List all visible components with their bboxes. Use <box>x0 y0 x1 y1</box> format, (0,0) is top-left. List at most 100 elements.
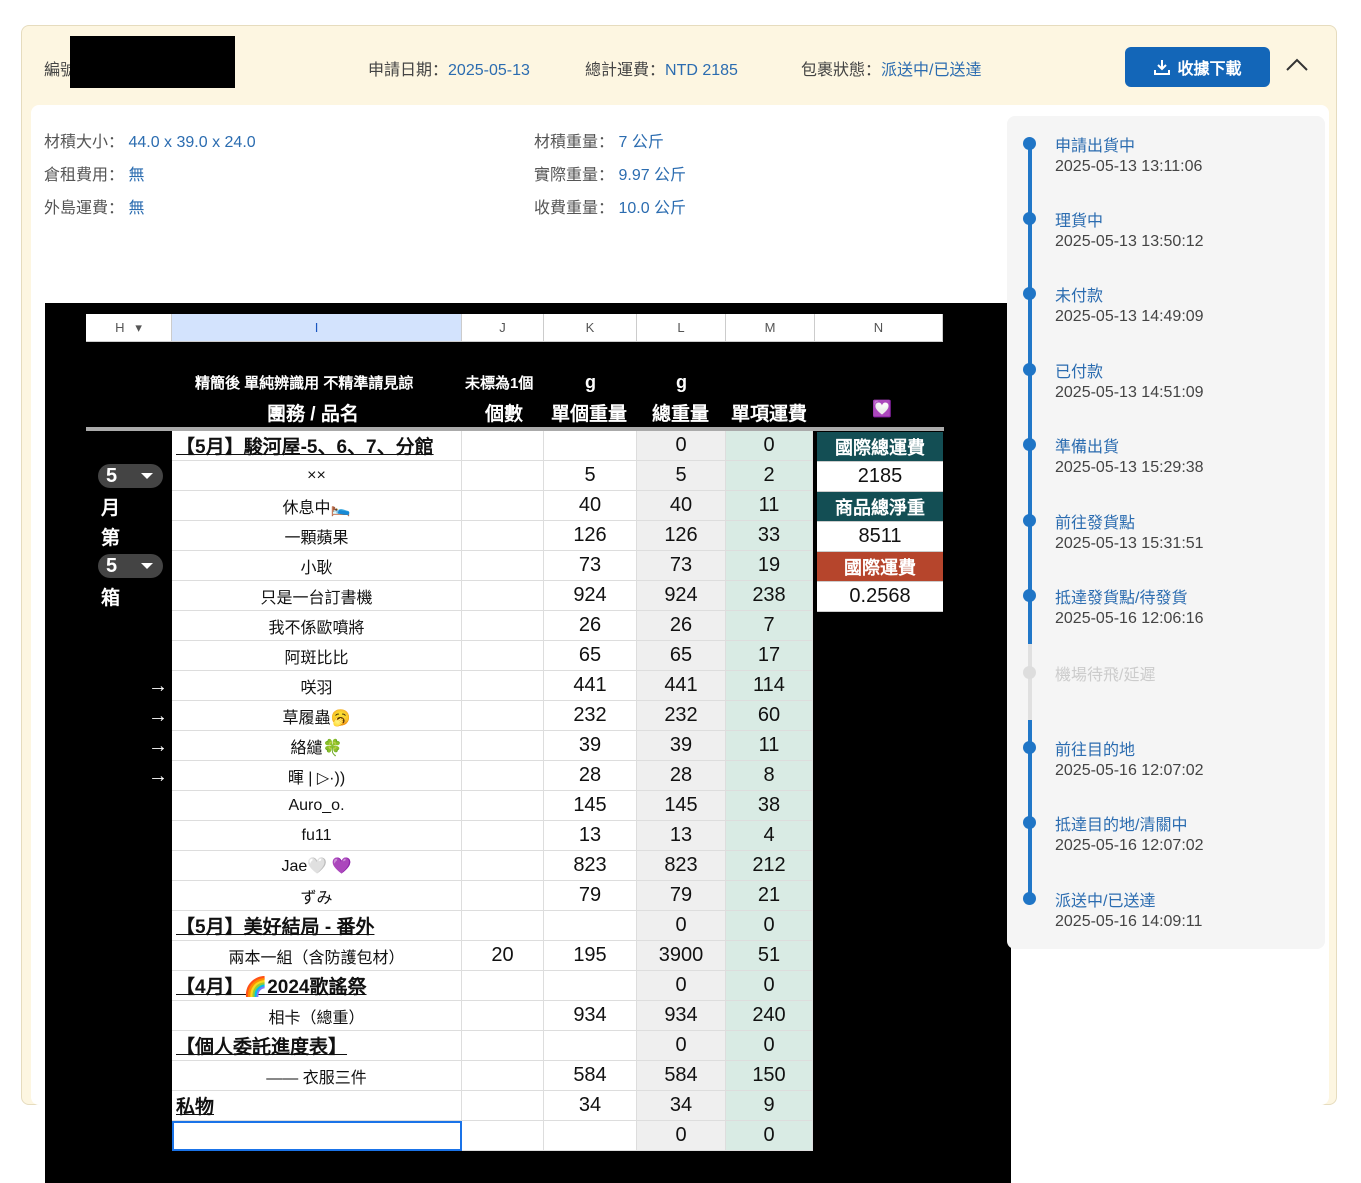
cell-total-weight[interactable]: 28 <box>637 761 726 791</box>
cell-total-weight[interactable]: 823 <box>637 851 726 881</box>
cell-count[interactable] <box>462 1031 544 1061</box>
cell-item-fee[interactable]: 11 <box>726 491 813 521</box>
cell-count[interactable] <box>462 1061 544 1091</box>
cell-total-weight[interactable]: 13 <box>637 821 726 851</box>
cell-total-weight[interactable]: 73 <box>637 551 726 581</box>
cell-item-name[interactable]: 絡繾🍀 <box>172 731 462 761</box>
cell-total-weight[interactable]: 584 <box>637 1061 726 1091</box>
cell-unit-weight[interactable]: 126 <box>544 521 637 551</box>
cell-count[interactable] <box>462 761 544 791</box>
cell-total-weight[interactable]: 934 <box>637 1001 726 1031</box>
cell-count[interactable] <box>462 431 544 461</box>
cell-count[interactable] <box>462 491 544 521</box>
cell-item-name[interactable]: 咲羽 <box>172 671 462 701</box>
cell-unit-weight[interactable]: 65 <box>544 641 637 671</box>
cell-total-weight[interactable]: 441 <box>637 671 726 701</box>
cell-unit-weight[interactable] <box>544 1031 637 1061</box>
cell-count[interactable] <box>462 521 544 551</box>
cell-count[interactable] <box>462 851 544 881</box>
cell-item-fee[interactable]: 150 <box>726 1061 813 1091</box>
cell-unit-weight[interactable] <box>544 971 637 1001</box>
cell-total-weight[interactable]: 79 <box>637 881 726 911</box>
cell-count[interactable] <box>462 1121 544 1151</box>
cell-unit-weight[interactable] <box>544 431 637 461</box>
cell-item-fee[interactable]: 0 <box>726 971 813 1001</box>
cell-item-name[interactable]: 暉 | ▷·)) <box>172 761 462 791</box>
cell-item-fee[interactable]: 0 <box>726 1121 813 1151</box>
cell-item-name[interactable]: 【4月】🌈2024歌謠祭 <box>172 971 462 1001</box>
cell-total-weight[interactable]: 0 <box>637 971 726 1001</box>
cell-item-name[interactable]: 相卡（總重） <box>172 1001 462 1031</box>
cell-item-fee[interactable]: 11 <box>726 731 813 761</box>
cell-unit-weight[interactable]: 73 <box>544 551 637 581</box>
cell-unit-weight[interactable]: 934 <box>544 1001 637 1031</box>
cell-item-name[interactable]: 草履蟲🥱 <box>172 701 462 731</box>
cell-count[interactable] <box>462 911 544 941</box>
cell-item-fee[interactable]: 2 <box>726 461 813 491</box>
cell-total-weight[interactable]: 0 <box>637 1121 726 1151</box>
cell-item-name[interactable]: 兩本一組（含防護包材） <box>172 941 462 971</box>
cell-unit-weight[interactable] <box>544 911 637 941</box>
cell-item-name[interactable]: 阿斑比比 <box>172 641 462 671</box>
cell-item-name[interactable]: 休息中🛌 <box>172 491 462 521</box>
cell-total-weight[interactable]: 26 <box>637 611 726 641</box>
cell-item-name[interactable]: 一顆蘋果 <box>172 521 462 551</box>
cell-item-fee[interactable]: 0 <box>726 431 813 461</box>
cell-count[interactable] <box>462 821 544 851</box>
cell-total-weight[interactable]: 65 <box>637 641 726 671</box>
cell-count[interactable] <box>462 611 544 641</box>
cell-item-name[interactable]: ずみ <box>172 881 462 911</box>
cell-count[interactable] <box>462 641 544 671</box>
cell-count[interactable]: 20 <box>462 941 544 971</box>
chevron-up-icon[interactable] <box>1284 52 1310 78</box>
cell-unit-weight[interactable] <box>544 1121 637 1151</box>
cell-unit-weight[interactable]: 79 <box>544 881 637 911</box>
cell-item-name[interactable] <box>172 1121 462 1151</box>
cell-count[interactable] <box>462 881 544 911</box>
cell-unit-weight[interactable]: 195 <box>544 941 637 971</box>
cell-item-name[interactable]: —— 衣服三件 <box>172 1061 462 1091</box>
cell-item-name[interactable]: 【個人委託進度表】 <box>172 1031 462 1061</box>
cell-total-weight[interactable]: 0 <box>637 431 726 461</box>
cell-item-fee[interactable]: 21 <box>726 881 813 911</box>
cell-item-fee[interactable]: 0 <box>726 1031 813 1061</box>
cell-item-fee[interactable]: 60 <box>726 701 813 731</box>
cell-item-name[interactable]: Auro_o. <box>172 791 462 821</box>
cell-unit-weight[interactable]: 39 <box>544 731 637 761</box>
cell-item-fee[interactable]: 7 <box>726 611 813 641</box>
cell-count[interactable] <box>462 551 544 581</box>
cell-item-name[interactable]: 我不係歐噴將 <box>172 611 462 641</box>
cell-count[interactable] <box>462 461 544 491</box>
cell-total-weight[interactable]: 126 <box>637 521 726 551</box>
cell-total-weight[interactable]: 232 <box>637 701 726 731</box>
cell-item-name[interactable]: ×× <box>172 461 462 491</box>
cell-item-name[interactable]: 私物 <box>172 1091 462 1121</box>
cell-item-fee[interactable]: 114 <box>726 671 813 701</box>
cell-item-fee[interactable]: 240 <box>726 1001 813 1031</box>
cell-count[interactable] <box>462 731 544 761</box>
receipt-download-button[interactable]: 收據下載 <box>1125 47 1270 87</box>
cell-item-fee[interactable]: 8 <box>726 761 813 791</box>
cell-unit-weight[interactable]: 823 <box>544 851 637 881</box>
cell-count[interactable] <box>462 701 544 731</box>
cell-unit-weight[interactable]: 232 <box>544 701 637 731</box>
cell-item-name[interactable]: Jae🤍 💜 <box>172 851 462 881</box>
cell-item-fee[interactable]: 38 <box>726 791 813 821</box>
cell-total-weight[interactable]: 145 <box>637 791 726 821</box>
box-dropdown[interactable]: 5 <box>98 554 163 578</box>
cell-unit-weight[interactable]: 584 <box>544 1061 637 1091</box>
cell-total-weight[interactable]: 0 <box>637 911 726 941</box>
cell-total-weight[interactable]: 34 <box>637 1091 726 1121</box>
cell-total-weight[interactable]: 39 <box>637 731 726 761</box>
cell-unit-weight[interactable]: 924 <box>544 581 637 611</box>
cell-unit-weight[interactable]: 5 <box>544 461 637 491</box>
cell-total-weight[interactable]: 924 <box>637 581 726 611</box>
cell-item-fee[interactable]: 4 <box>726 821 813 851</box>
cell-unit-weight[interactable]: 13 <box>544 821 637 851</box>
cell-item-fee[interactable]: 0 <box>726 911 813 941</box>
cell-count[interactable] <box>462 1091 544 1121</box>
cell-total-weight[interactable]: 40 <box>637 491 726 521</box>
cell-item-fee[interactable]: 238 <box>726 581 813 611</box>
cell-count[interactable] <box>462 1001 544 1031</box>
cell-item-fee[interactable]: 19 <box>726 551 813 581</box>
